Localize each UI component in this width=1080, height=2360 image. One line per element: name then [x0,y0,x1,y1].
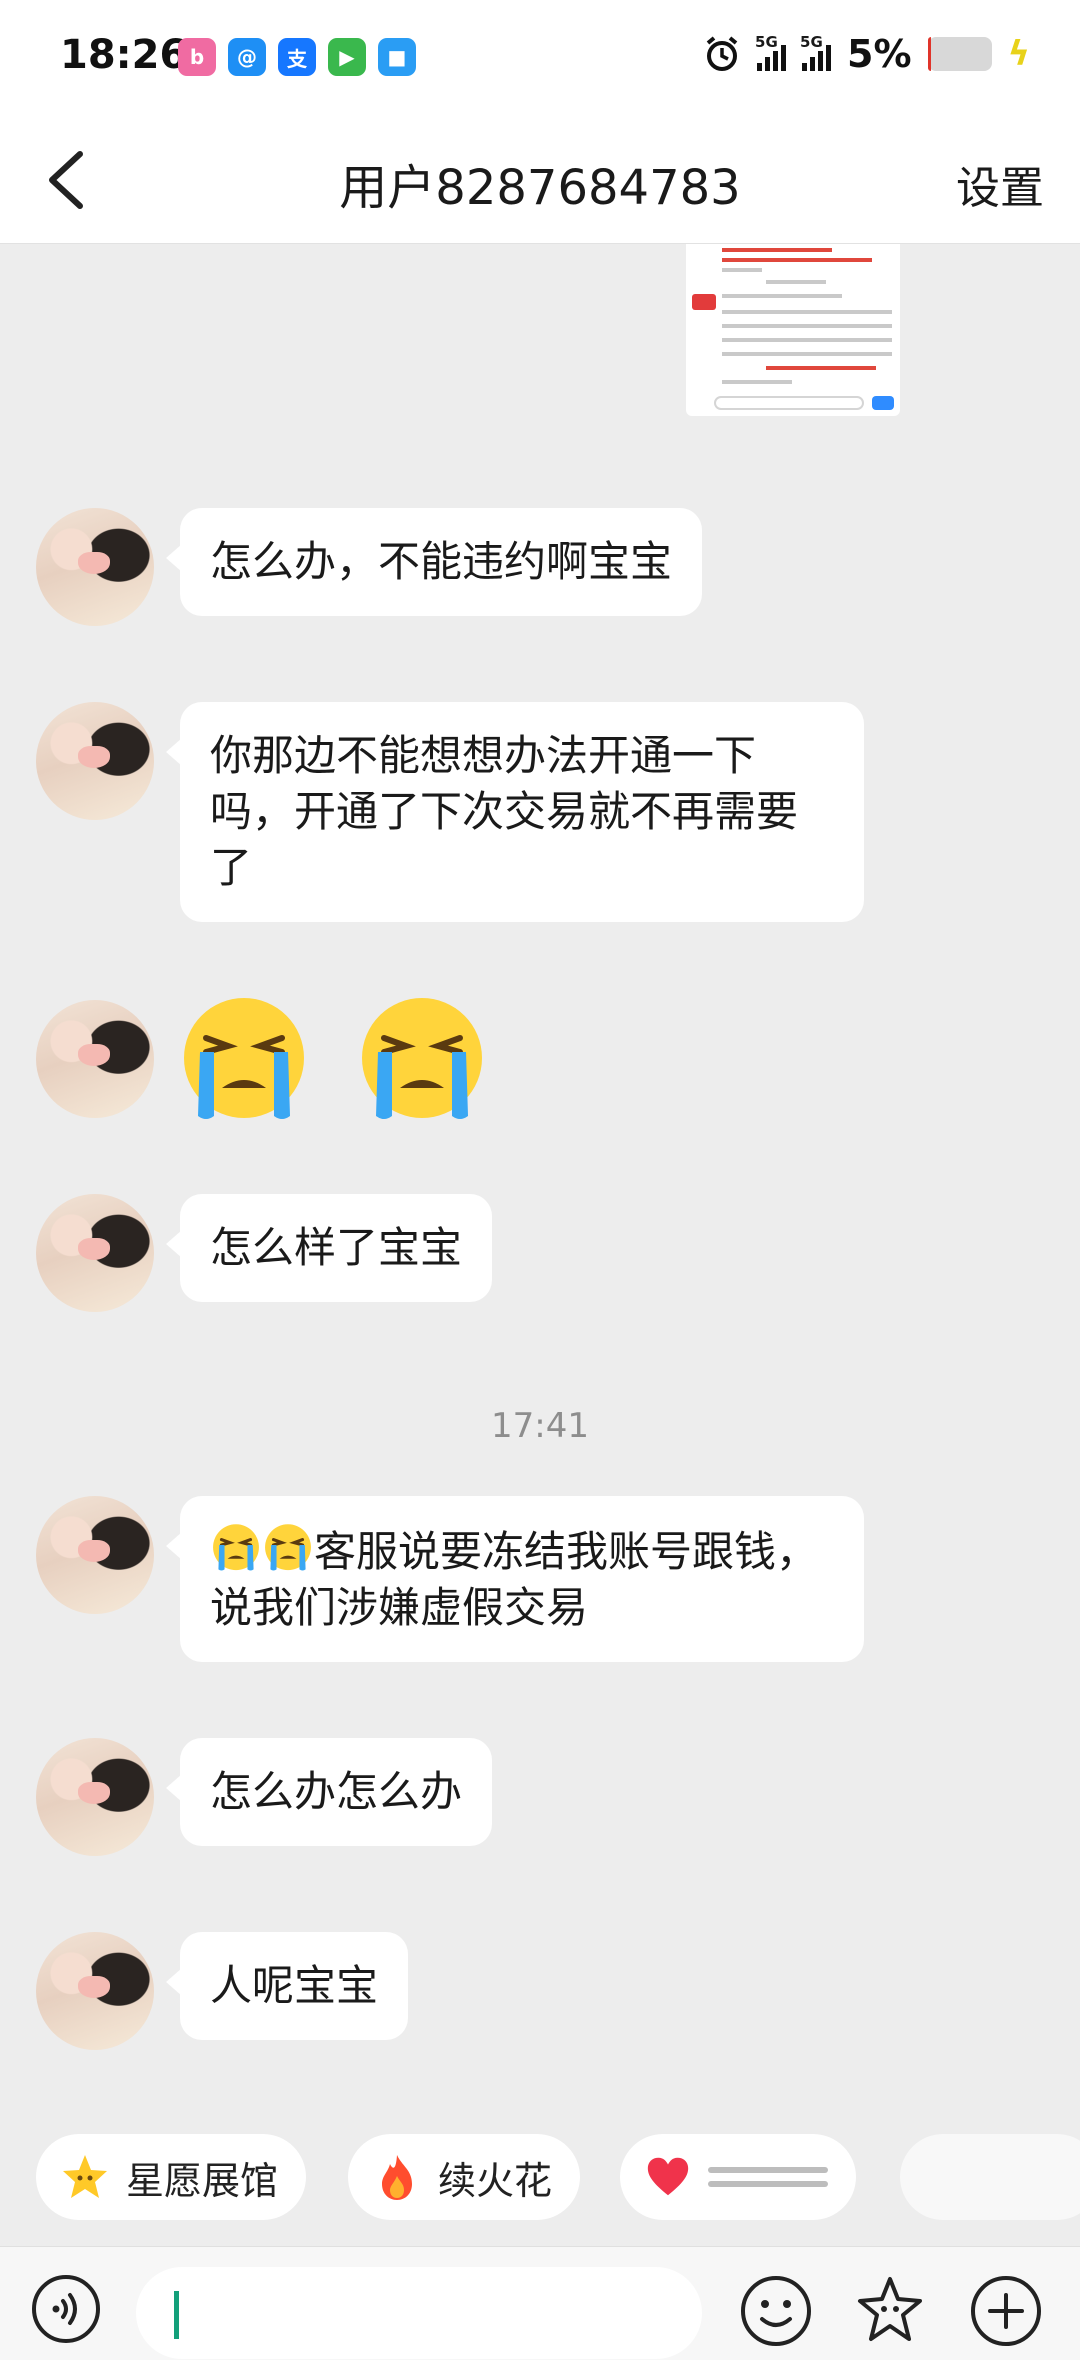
battery-fill [927,37,931,71]
status-right: 5G 5G 5% ϟ [703,32,1030,76]
message-timestamp: 17:41 [491,1406,589,1446]
avatar[interactable] [36,702,154,820]
app-cloud-icon: ■ [378,38,416,76]
message-bubble[interactable]: 怎么办，不能违约啊宝宝 [165,508,703,616]
star-face-icon [63,2155,107,2198]
chip-heart[interactable] [620,2134,856,2220]
signal-icon: 5G [755,33,787,71]
battery-percent: 5% [847,32,912,76]
status-bar: 18:26 b @ 支 ▶ ■ 5G 5G 5% ϟ [0,0,1080,118]
message-bubble[interactable]: 你那边不能想想办法开通一下吗，开通了下次交易就不再需要了 [166,702,864,922]
app-alipay-icon: 支 [278,38,316,76]
avatar[interactable] [36,508,154,626]
text-cursor [174,2291,179,2339]
loudly-crying-face-icon [184,998,304,1119]
message-bubble[interactable]: 客服说要冻结我账号跟钱，说我们涉嫌虚假交易 [166,1496,864,1662]
image-message-thumbnail[interactable] [686,244,900,416]
plus-icon[interactable] [968,2273,1044,2349]
message-text-input[interactable] [136,2267,702,2359]
settings-button[interactable]: 设置 [956,152,1044,216]
loudly-crying-face-icon [265,1524,311,1571]
message-bubble[interactable]: 怎么办怎么办 [165,1738,493,1846]
avatar[interactable] [36,1738,154,1856]
network-type-label: 5G [755,33,778,51]
chip-streak[interactable]: 续火花 [348,2134,581,2220]
message-input-bar [0,2246,1080,2360]
app-orbit-icon: @ [228,38,266,76]
quick-action-chips: 星愿展馆 续火花 [0,2134,1080,2226]
avatar[interactable] [36,1932,154,2050]
status-time: 18:26 [60,32,188,78]
chip-label: 续火花 [438,2158,553,2203]
chat-header: 用户8287684783 设置 [0,118,1080,244]
message-bubble[interactable]: 怎么样了宝宝 [165,1194,493,1302]
emoji-message[interactable] [176,992,490,1128]
chip-label: 星愿展馆 [126,2158,279,2203]
fire-icon [382,2155,412,2200]
smiley-icon[interactable] [738,2273,814,2349]
avatar[interactable] [36,1194,154,1312]
app-video-icon: ▶ [328,38,366,76]
chip-label-obscured [708,2167,828,2187]
signal-icon: 5G [800,33,832,71]
loudly-crying-face-icon [362,998,482,1119]
chat-title: 用户8287684783 [339,160,741,216]
chip-star-gallery[interactable]: 星愿展馆 [36,2134,307,2220]
chip-more[interactable] [900,2134,1080,2220]
notification-app-icons: b @ 支 ▶ ■ [178,38,416,76]
voice-icon[interactable] [30,2273,102,2345]
chat-message-list[interactable]: 怎么办，不能违约啊宝宝 你那边不能想想办法开通一下吗，开通了下次交易就不再需要了 [0,244,1080,2124]
network-type-label: 5G [800,33,823,51]
battery-icon [927,37,992,71]
message-bubble[interactable]: 人呢宝宝 [165,1932,409,2040]
avatar[interactable] [36,1496,154,1614]
heart-icon [647,2157,689,2196]
charging-bolt-icon: ϟ [1007,34,1030,74]
loudly-crying-face-icon [213,1524,259,1571]
alarm-icon [706,36,738,71]
app-bilibili-icon: b [178,38,216,76]
sticker-star-icon[interactable] [852,2273,928,2349]
avatar[interactable] [36,1000,154,1118]
